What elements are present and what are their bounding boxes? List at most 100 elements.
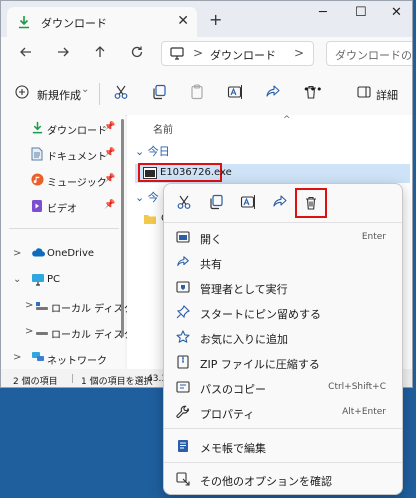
file-name: E1036726.exe [160, 167, 232, 178]
menu-item-edit-notepad[interactable]: メモ帳で編集 [164, 434, 402, 459]
sidebar-item-local-disk-1[interactable]: > ローカル ディスク [1, 295, 133, 319]
up-button[interactable] [93, 45, 107, 63]
share-icon[interactable] [265, 84, 281, 103]
menu-item-label: ZIP ファイルに圧縮する [200, 358, 320, 371]
forward-button[interactable] [56, 45, 70, 63]
menu-item-pin-to-start[interactable]: スタートにピン留めする [164, 300, 402, 325]
details-pane-icon[interactable] [357, 86, 371, 101]
pin-icon: 📌 [104, 174, 116, 184]
sidebar-item-music[interactable]: ミュージック 📌 [1, 169, 125, 193]
menu-item-properties[interactable]: プロパティ Alt+Enter [164, 400, 402, 425]
copy-icon[interactable] [151, 84, 167, 103]
path-separator-end[interactable]: > [294, 46, 304, 60]
menu-item-label: プロパティ [200, 408, 255, 421]
tab-close-icon[interactable]: ✕ [177, 13, 189, 29]
sidebar-item-documents[interactable]: ドキュメント 📌 [1, 143, 125, 167]
menu-item-shortcut: Ctrl+Shift+C [328, 382, 386, 392]
back-button[interactable] [19, 45, 33, 63]
address-box[interactable]: > ダウンロード > [161, 41, 314, 66]
details-button[interactable]: 詳細 [376, 87, 398, 103]
menu-item-label: パスのコピー [200, 383, 266, 396]
copy-icon[interactable] [208, 194, 224, 213]
delete-button-highlight[interactable] [295, 188, 327, 218]
copy-path-icon [176, 380, 190, 397]
paste-icon[interactable] [189, 84, 205, 103]
new-tab-button[interactable]: + [209, 10, 222, 29]
sidebar-item-onedrive[interactable]: > OneDrive [1, 243, 125, 267]
menu-item-compress-zip[interactable]: ZIP ファイルに圧縮する [164, 350, 402, 375]
sidebar-item-videos[interactable]: ビデオ 📌 [1, 195, 125, 219]
new-button[interactable]: 新規作成 [37, 87, 81, 103]
open-icon [176, 230, 190, 247]
sidebar-item-label: ミュージック [47, 178, 107, 189]
tab-downloads[interactable]: ダウンロード ✕ [7, 7, 197, 37]
command-bar: 新規作成 ⌄ ••• 詳細 [1, 71, 412, 116]
pin-icon: 📌 [104, 122, 116, 132]
more-options-icon [176, 472, 190, 489]
rename-icon[interactable] [227, 84, 243, 103]
minimize-button[interactable]: ─ [319, 5, 327, 20]
plus-circle-icon[interactable] [15, 85, 29, 102]
more-options-icon[interactable]: ••• [303, 83, 322, 96]
sidebar-item-local-disk-2[interactable]: > ローカル ディスク [1, 321, 133, 345]
sidebar-item-pc[interactable]: ⌄ PC [1, 269, 125, 293]
group-header-today[interactable]: ⌄ 今日 [135, 143, 170, 159]
menu-divider [164, 428, 402, 429]
sidebar-item-label: PC [47, 274, 61, 285]
expand-chevron-icon[interactable]: > [25, 326, 33, 337]
menu-item-shortcut: Alt+Enter [342, 407, 386, 417]
pin-icon: 📌 [104, 148, 116, 158]
menu-item-share[interactable]: 共有 [164, 250, 402, 275]
pin-icon: 📌 [104, 200, 116, 210]
expand-chevron-icon[interactable]: > [13, 352, 21, 363]
menu-item-label: 開く [200, 233, 222, 246]
refresh-button[interactable] [130, 45, 144, 63]
sidebar-item-label: OneDrive [47, 248, 95, 259]
sidebar-item-network[interactable]: > ネットワーク [1, 347, 125, 371]
new-chevron-icon[interactable]: ⌄ [81, 84, 89, 95]
status-divider: | [71, 374, 75, 384]
share-icon[interactable] [272, 194, 288, 213]
menu-item-copy-path[interactable]: パスのコピー Ctrl+Shift+C [164, 375, 402, 400]
path-segment-downloads[interactable]: ダウンロード [210, 47, 276, 63]
wrench-icon [176, 405, 190, 422]
sort-arrow-icon[interactable]: ^ [283, 115, 291, 125]
menu-item-shortcut: Enter [361, 232, 386, 242]
context-menu: 開く Enter 共有 管理者として実行 スタートにピン留めする お気に入りに追… [163, 183, 403, 495]
sidebar-item-label: ドキュメント [47, 152, 107, 163]
download-icon [31, 121, 44, 137]
music-icon [31, 173, 44, 189]
collapse-chevron-icon[interactable]: ⌄ [13, 274, 21, 285]
menu-item-label: 共有 [200, 258, 222, 271]
tab-title: ダウンロード [41, 17, 107, 30]
menu-item-run-as-admin[interactable]: 管理者として実行 [164, 275, 402, 300]
star-icon [176, 330, 190, 347]
item-count: 2 個の項目 [13, 377, 58, 387]
drive-icon [35, 299, 49, 314]
delete-icon[interactable] [303, 195, 319, 214]
menu-item-label: お気に入りに追加 [200, 333, 288, 346]
menu-item-more-options[interactable]: その他のオプションを確認 [164, 467, 402, 492]
menu-divider [164, 222, 402, 223]
column-header-name[interactable]: 名前 [153, 121, 173, 136]
shield-icon [176, 280, 190, 297]
network-icon [31, 351, 45, 366]
toolbar-divider [99, 83, 100, 105]
expand-chevron-icon[interactable]: > [25, 300, 33, 311]
menu-item-open[interactable]: 開く Enter [164, 225, 402, 250]
sidebar-scrollbar[interactable] [121, 119, 124, 337]
pc-icon [170, 47, 184, 63]
menu-item-add-favorite[interactable]: お気に入りに追加 [164, 325, 402, 350]
menu-item-label: メモ帳で編集 [200, 442, 266, 455]
rename-icon[interactable] [240, 194, 256, 213]
group-header-earlier[interactable]: ⌄ 今 [135, 189, 159, 205]
cut-icon[interactable] [113, 84, 129, 103]
selected-file-highlight[interactable]: E1036726.exe [138, 163, 232, 182]
expand-chevron-icon[interactable]: > [13, 248, 21, 259]
maximize-button[interactable]: ☐ [355, 5, 367, 20]
search-input[interactable]: ダウンロードの検索 [326, 41, 412, 66]
cut-icon[interactable] [176, 194, 192, 213]
sidebar-item-downloads[interactable]: ダウンロード 📌 [1, 117, 125, 141]
pin-icon [176, 305, 190, 322]
close-button[interactable]: ✕ [391, 5, 402, 20]
